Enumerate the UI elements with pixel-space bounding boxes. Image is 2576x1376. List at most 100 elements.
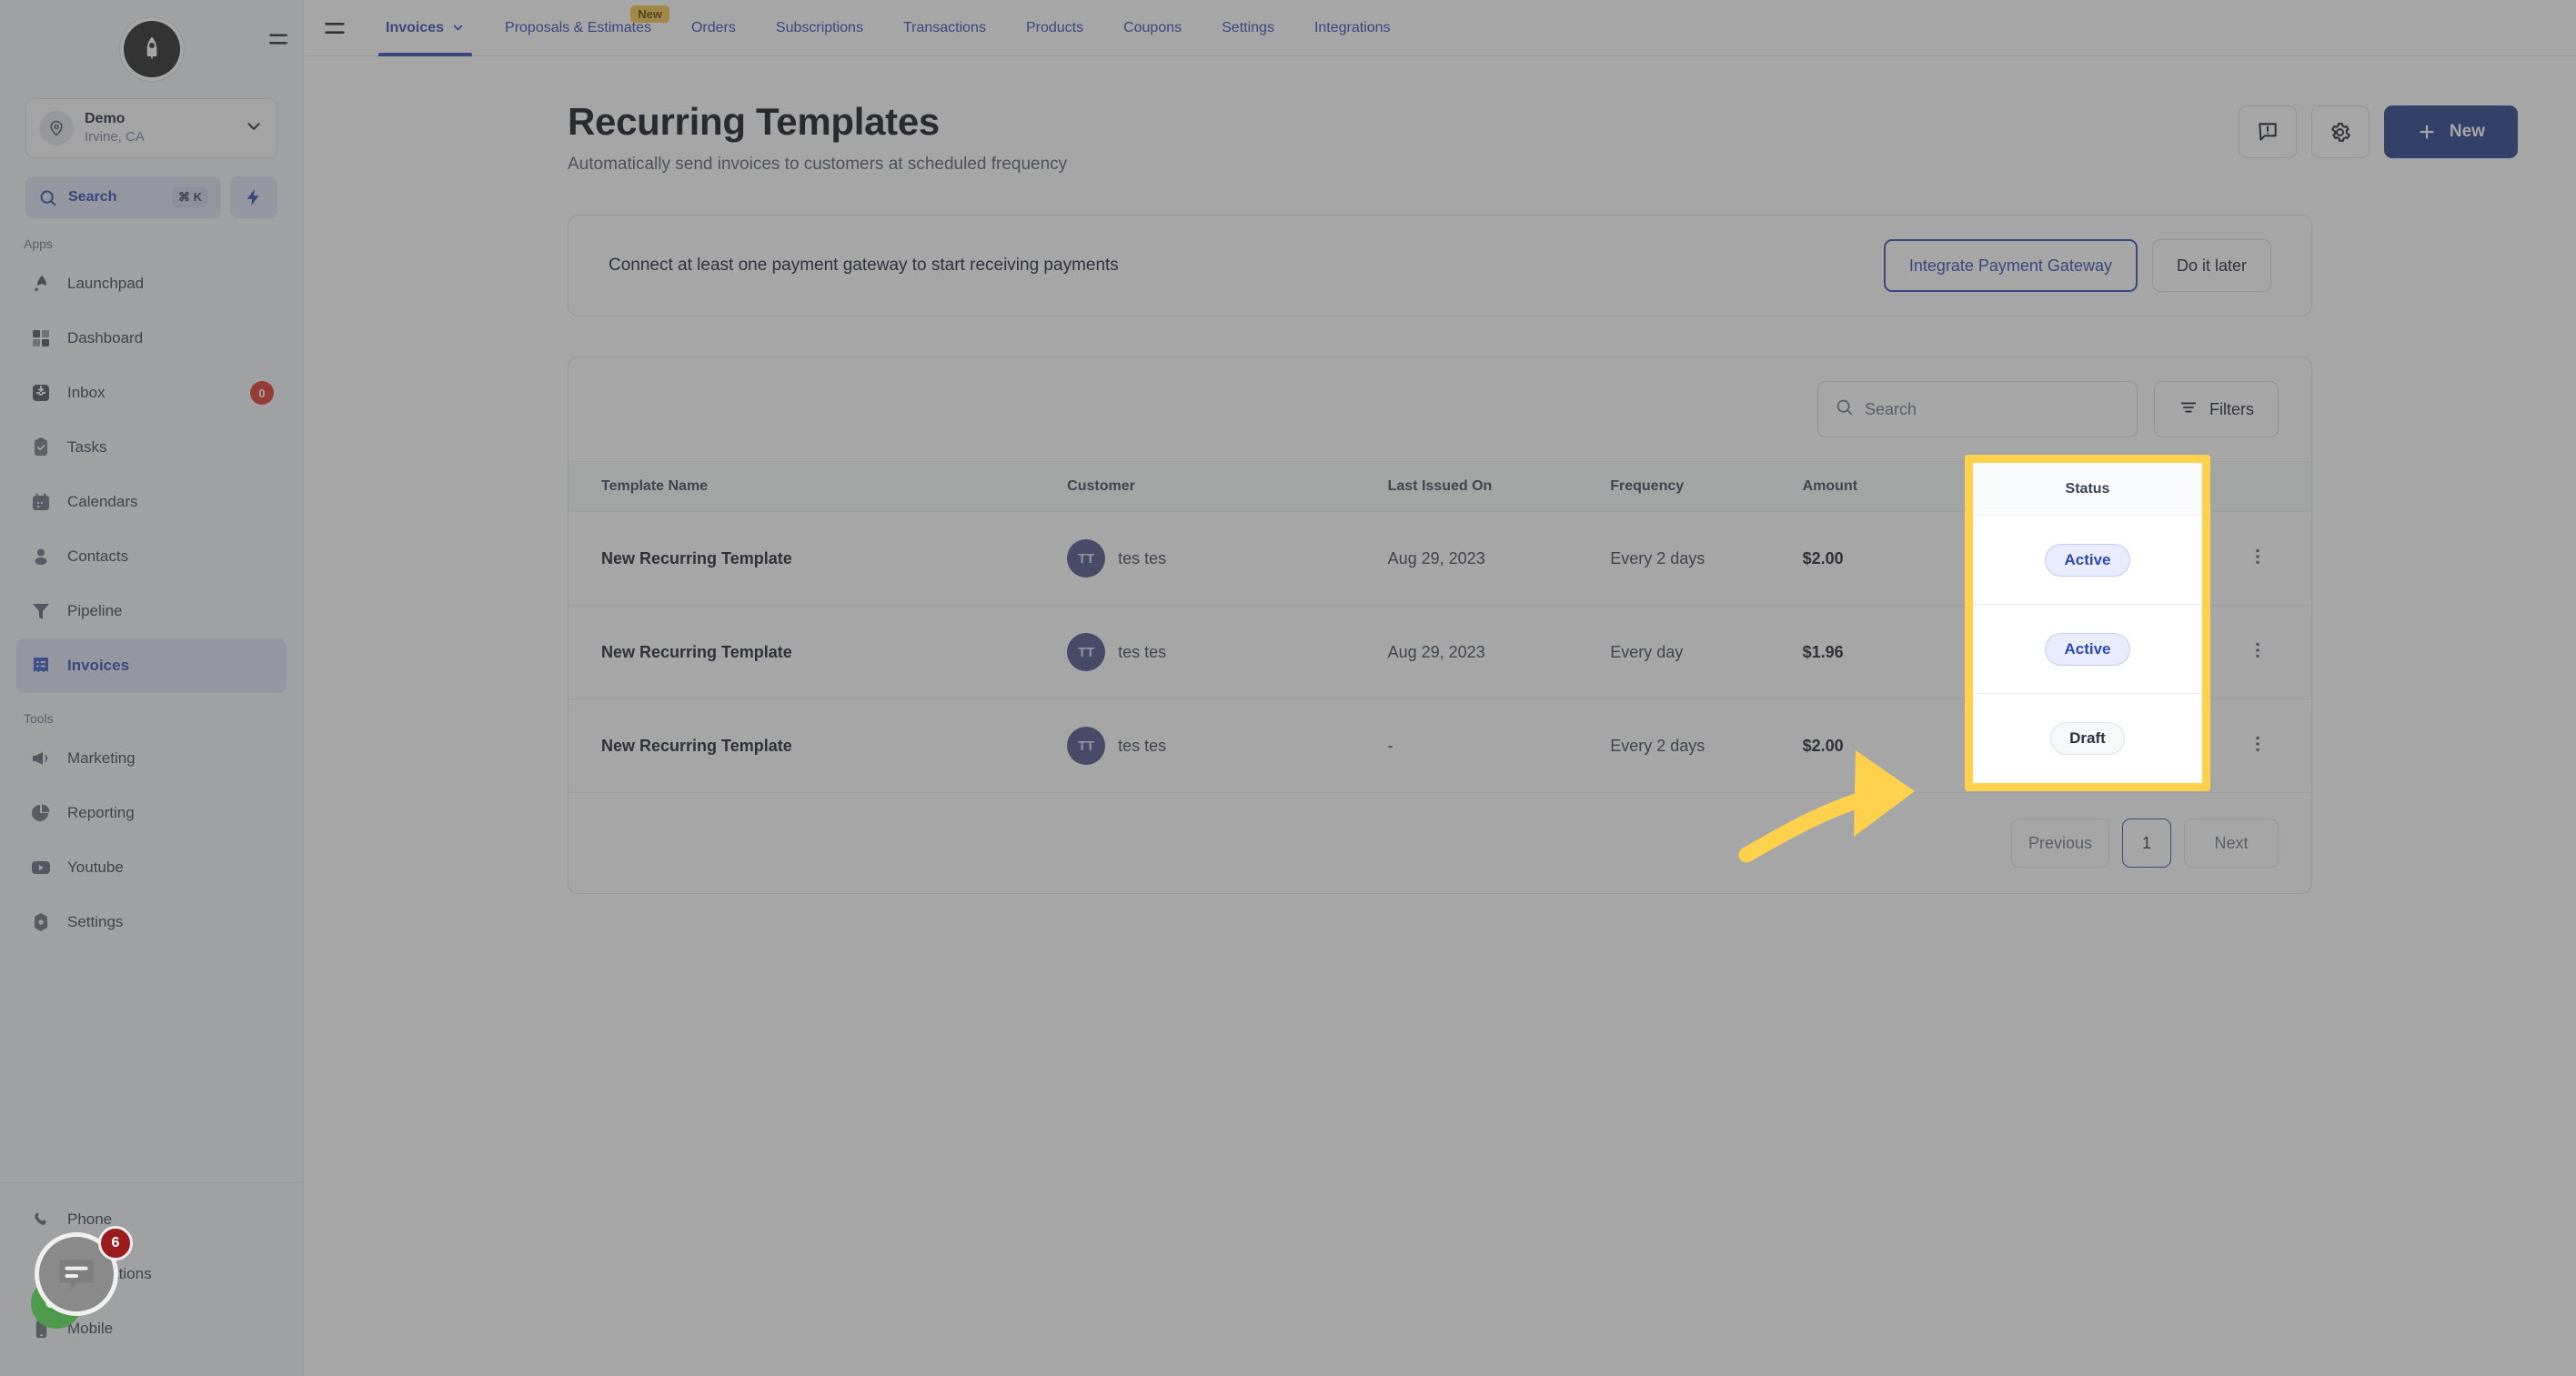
pagination: Previous 1 Next — [569, 793, 2311, 893]
sidebar-item-label: Pipeline — [67, 602, 123, 619]
sidebar-item-label: Phone — [67, 1210, 113, 1228]
sidebar-item-youtube[interactable]: Youtube — [16, 840, 287, 895]
sidebar-item-pipeline[interactable]: Pipeline — [16, 584, 287, 638]
column-header-frequency: Frequency — [1610, 461, 1803, 512]
banner-actions: Integrate Payment Gateway Do it later — [1883, 239, 2271, 292]
page-header-texts: Recurring Templates Automatically send i… — [568, 100, 1067, 175]
plus-icon — [2420, 125, 2434, 139]
filters-button[interactable]: Filters — [2154, 381, 2279, 437]
invoice-icon — [29, 654, 53, 678]
sidebar-item-tasks[interactable]: Tasks — [16, 420, 287, 475]
sidebar-item-reporting[interactable]: Reporting — [16, 786, 287, 840]
sidebar: Demo Irvine, CA Search ⌘ K Apps Launchpa… — [0, 0, 304, 1376]
sidebar-item-settings[interactable]: Settings — [16, 895, 287, 949]
lightning-icon — [247, 188, 259, 206]
sidebar-item-calendars[interactable]: Calendars — [16, 475, 287, 529]
sidebar-collapse-icon[interactable] — [267, 27, 290, 55]
tab-label: Coupons — [1123, 19, 1182, 35]
page-settings-button[interactable] — [2310, 105, 2370, 158]
feedback-button[interactable] — [2238, 105, 2297, 158]
tab-label: Settings — [1222, 19, 1274, 35]
tab-coupons[interactable]: Coupons — [1103, 0, 1202, 56]
template-name: New Recurring Template — [601, 548, 792, 567]
tab-transactions[interactable]: Transactions — [883, 0, 1006, 56]
do-it-later-button[interactable]: Do it later — [2151, 239, 2271, 292]
tab-products[interactable]: Products — [1006, 0, 1103, 56]
kebab-menu-icon[interactable] — [2248, 734, 2268, 754]
sidebar-item-label: Youtube — [67, 859, 124, 876]
main-content: Recurring Templates Automatically send i… — [304, 56, 2576, 1376]
location-switcher[interactable]: Demo Irvine, CA — [25, 98, 277, 158]
sidebar-item-label: Dashboard — [67, 329, 144, 347]
tab-invoices[interactable]: Invoices — [366, 0, 485, 56]
tab-label: Subscriptions — [775, 19, 863, 35]
kebab-menu-icon[interactable] — [2248, 640, 2268, 660]
funnel-icon — [29, 599, 53, 623]
page-header: Recurring Templates Automatically send i… — [304, 56, 2576, 175]
sidebar-item-label: Marketing — [67, 749, 136, 767]
highlight-status-cell: Draft — [1973, 694, 2202, 783]
customer-cell: TT tes tes — [1067, 727, 1387, 765]
integrate-payment-gateway-button[interactable]: Integrate Payment Gateway — [1883, 239, 2138, 292]
new-button[interactable]: New — [2383, 105, 2518, 158]
tab-label: Transactions — [902, 19, 986, 35]
filters-label: Filters — [2209, 399, 2254, 418]
tab-proposals-estimates[interactable]: Proposals & Estimates New — [485, 0, 671, 56]
next-page-button[interactable]: Next — [2184, 819, 2279, 868]
page-title: Recurring Templates — [568, 100, 940, 143]
new-pill-badge: New — [630, 5, 669, 23]
content-area: Connect at least one payment gateway to … — [304, 215, 2576, 894]
search-icon — [1835, 397, 1854, 421]
sidebar-item-label: Calendars — [67, 493, 138, 510]
frequency: Every 2 days — [1610, 511, 1803, 606]
sidebar-search-row: Search ⌘ K — [0, 158, 303, 218]
location-pin-icon — [39, 111, 74, 146]
page-header-actions: New — [2238, 100, 2518, 158]
sidebar-item-invoices[interactable]: Invoices — [16, 638, 287, 693]
sidebar-item-launchpad[interactable]: Launchpad — [16, 256, 287, 311]
avatar: TT — [1067, 539, 1106, 578]
sidebar-item-label: Invoices — [67, 657, 130, 674]
phone-icon — [29, 1208, 53, 1231]
grid-icon — [29, 326, 53, 350]
status-column-highlight: Status Active Active Draft — [1965, 455, 2210, 791]
rocket-icon — [29, 272, 53, 296]
highlight-status-cell: Active — [1973, 605, 2202, 694]
sidebar-item-marketing[interactable]: Marketing — [16, 731, 287, 786]
sidebar-item-dashboard[interactable]: Dashboard — [16, 311, 287, 366]
sidebar-item-contacts[interactable]: Contacts — [16, 529, 287, 584]
location-sub: Irvine, CA — [85, 129, 145, 146]
search-input[interactable]: Search — [1817, 381, 2138, 437]
sidebar-nav-tools: Marketing Reporting Youtube Settings — [0, 731, 303, 949]
sidebar-item-label: Contacts — [67, 547, 129, 565]
avatar: TT — [1067, 633, 1106, 671]
tab-label: Proposals & Estimates — [505, 19, 651, 35]
tab-label: Integrations — [1313, 19, 1391, 35]
tab-settings[interactable]: Settings — [1202, 0, 1294, 56]
global-search-button[interactable]: Search ⌘ K — [25, 176, 221, 218]
sidebar-item-label: Tasks — [67, 438, 107, 456]
banner-message: Connect at least one payment gateway to … — [609, 256, 1119, 275]
sidebar-item-label: Mobile — [67, 1320, 114, 1337]
search-placeholder: Search — [1865, 399, 1917, 418]
tab-label: Invoices — [386, 19, 445, 35]
gear-icon — [29, 910, 53, 934]
chevron-down-icon — [244, 116, 264, 141]
tab-orders[interactable]: Orders — [671, 0, 756, 56]
last-issued-on: - — [1387, 698, 1611, 793]
quick-actions-button[interactable] — [230, 176, 277, 218]
kebab-menu-icon[interactable] — [2248, 547, 2268, 567]
calendar-icon — [29, 490, 53, 514]
invoice-tabs: Invoices Proposals & Estimates New Order… — [366, 0, 1411, 56]
app-logo[interactable] — [123, 21, 180, 77]
page-number-1[interactable]: 1 — [2122, 819, 2171, 868]
tab-integrations[interactable]: Integrations — [1294, 0, 1411, 56]
sidebar-item-inbox[interactable]: Inbox 0 — [16, 366, 287, 420]
hamburger-icon[interactable] — [315, 15, 355, 41]
sidebar-item-label: Settings — [67, 913, 124, 930]
previous-page-button[interactable]: Previous — [2010, 819, 2109, 868]
tab-subscriptions[interactable]: Subscriptions — [756, 0, 883, 56]
youtube-icon — [29, 856, 53, 879]
chat-unread-badge: 6 — [98, 1226, 133, 1260]
new-button-label: New — [2449, 122, 2485, 141]
